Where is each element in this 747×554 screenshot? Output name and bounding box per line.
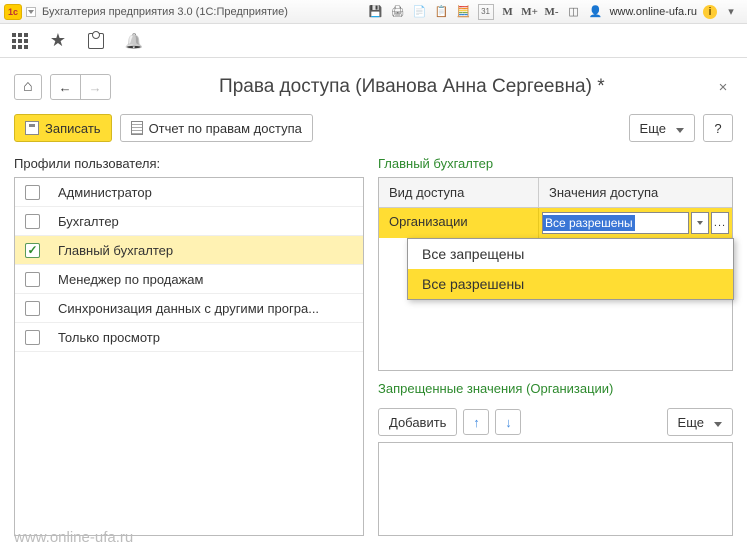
forbidden-actions: Добавить Еще [378, 408, 733, 436]
dropdown-option[interactable]: Все запрещены [408, 239, 733, 269]
doc-icon[interactable]: 📄 [412, 4, 428, 20]
list-item[interactable]: Менеджер по продажам [15, 265, 363, 294]
report-label: Отчет по правам доступа [149, 121, 302, 136]
access-value-field[interactable]: Все разрешены [542, 212, 689, 234]
home-icon [23, 78, 33, 96]
list-item[interactable]: Бухгалтер [15, 207, 363, 236]
checkbox[interactable] [25, 214, 40, 229]
user-link[interactable]: www.online-ufa.ru [610, 4, 697, 20]
save-icon[interactable]: 💾 [368, 4, 384, 20]
panes-icon[interactable]: ◫ [566, 4, 582, 20]
sysbar-more-dropdown[interactable]: ▾ [723, 4, 739, 20]
forbidden-more-button[interactable]: Еще [667, 408, 733, 436]
system-titlebar: 1c Бухгалтерия предприятия 3.0 (1С:Предп… [0, 0, 747, 24]
access-kind-cell: Организации [379, 208, 539, 238]
nav-back-button[interactable]: ← [50, 74, 81, 100]
notifications-icon[interactable] [124, 31, 144, 51]
checkbox[interactable] [25, 330, 40, 345]
m-icon[interactable]: M [500, 4, 516, 20]
calc-icon[interactable]: 🧮 [456, 4, 472, 20]
checkbox[interactable] [25, 185, 40, 200]
sysbar-menu-dropdown[interactable] [26, 7, 36, 17]
m-plus-icon[interactable]: M+ [522, 4, 538, 20]
move-up-button[interactable] [463, 409, 489, 435]
save-icon [25, 121, 39, 135]
checkbox[interactable] [25, 272, 40, 287]
forbidden-label: Запрещенные значения (Организации) [378, 381, 733, 396]
chevron-down-icon [710, 415, 722, 430]
home-button[interactable] [14, 74, 42, 100]
table-header: Вид доступа Значения доступа [379, 178, 732, 208]
more-button[interactable]: Еще [629, 114, 695, 142]
clipboard-icon[interactable]: 📋 [434, 4, 450, 20]
m-minus-icon[interactable]: M- [544, 4, 560, 20]
arrow-up-icon [473, 415, 480, 430]
list-item-label: Главный бухгалтер [58, 243, 173, 258]
list-item[interactable]: Синхронизация данных с другими програ... [15, 294, 363, 323]
col-header-value: Значения доступа [539, 178, 732, 207]
main-toolbar [0, 24, 747, 58]
more-label: Еще [640, 121, 666, 136]
report-icon [131, 121, 143, 135]
access-section-label: Главный бухгалтер [378, 156, 733, 171]
profiles-list: Администратор Бухгалтер Главный бухгалте… [14, 177, 364, 536]
chevron-down-icon [672, 121, 684, 136]
list-item-label: Только просмотр [58, 330, 160, 345]
checkbox[interactable] [25, 301, 40, 316]
checkbox-checked[interactable] [25, 243, 40, 258]
list-item[interactable]: Администратор [15, 178, 363, 207]
add-label: Добавить [389, 415, 446, 430]
save-label: Записать [45, 121, 101, 136]
favorites-icon[interactable] [48, 31, 68, 51]
move-down-button[interactable] [495, 409, 521, 435]
value-dropdown-button[interactable] [691, 212, 709, 234]
app-title: Бухгалтерия предприятия 3.0 (1С:Предприя… [42, 6, 288, 18]
table-row[interactable]: Организации Все разрешены ... [379, 208, 732, 238]
apps-grid-icon[interactable] [10, 31, 30, 51]
list-item-label: Синхронизация данных с другими програ... [58, 301, 319, 316]
more-label: Еще [678, 415, 704, 430]
help-button[interactable]: ? [703, 114, 733, 142]
value-lookup-button[interactable]: ... [711, 212, 729, 234]
list-item[interactable]: Главный бухгалтер [15, 236, 363, 265]
user-icon[interactable]: 👤 [588, 4, 604, 20]
add-button[interactable]: Добавить [378, 408, 457, 436]
watermark: www.online-ufa.ru [14, 529, 133, 546]
list-item-label: Администратор [58, 185, 152, 200]
selected-value: Все разрешены [543, 215, 635, 231]
calendar-icon[interactable]: 31 [478, 4, 494, 20]
action-bar: Записать Отчет по правам доступа Еще ? [14, 114, 733, 142]
sysbar-icons: 💾 🖨 📄 📋 🧮 31 M M+ M- ◫ 👤 www.online-ufa.… [368, 4, 743, 20]
col-header-kind: Вид доступа [379, 178, 539, 207]
list-item[interactable]: Только просмотр [15, 323, 363, 352]
close-button[interactable]: × [713, 79, 733, 96]
arrow-down-icon [505, 415, 512, 430]
logo-1c-icon: 1c [4, 4, 22, 20]
profiles-label: Профили пользователя: [14, 156, 364, 171]
history-icon[interactable] [86, 31, 106, 51]
print-icon[interactable]: 🖨 [390, 4, 406, 20]
page-title: Права доступа (Иванова Анна Сергеевна) * [119, 76, 705, 98]
access-table: Вид доступа Значения доступа Организации… [378, 177, 733, 371]
page-header: ← → Права доступа (Иванова Анна Сергеевн… [14, 74, 733, 100]
nav-forward-button[interactable]: → [81, 74, 111, 100]
dropdown-option[interactable]: Все разрешены [408, 269, 733, 299]
info-icon[interactable]: i [703, 5, 717, 19]
list-item-label: Менеджер по продажам [58, 272, 203, 287]
forbidden-values-list[interactable] [378, 442, 733, 536]
report-button[interactable]: Отчет по правам доступа [120, 114, 313, 142]
list-item-label: Бухгалтер [58, 214, 119, 229]
save-button[interactable]: Записать [14, 114, 112, 142]
value-dropdown-popup: Все запрещены Все разрешены [407, 238, 734, 300]
